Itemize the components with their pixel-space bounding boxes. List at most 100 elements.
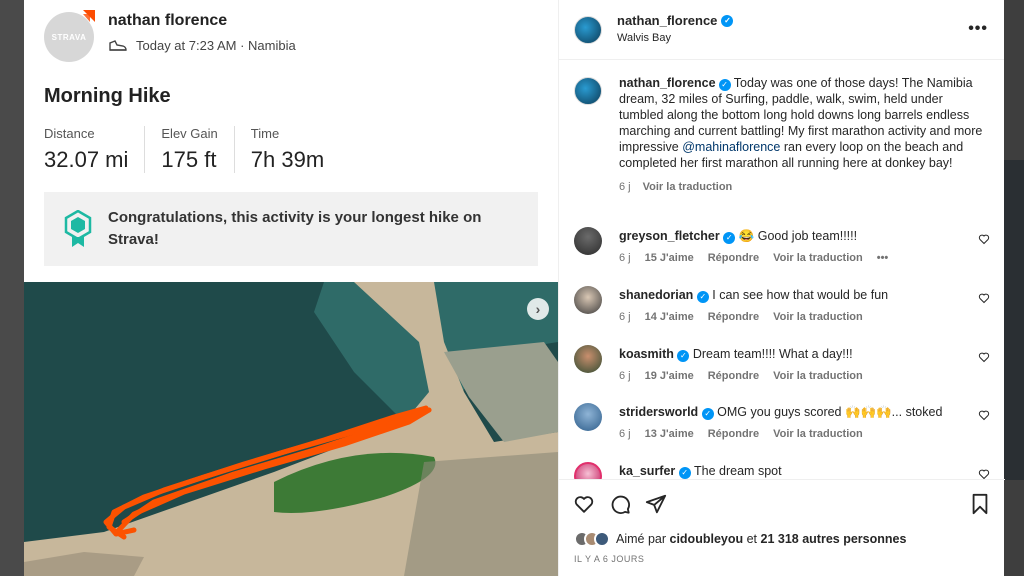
liked-by-mid: et [743, 532, 761, 546]
stat-elevation: Elev Gain 175 ft [161, 126, 235, 173]
liker-avatar [594, 531, 610, 547]
stat-label: Distance [44, 126, 95, 141]
liked-by-user[interactable]: cidoubleyou [670, 532, 744, 546]
caption-age: 6 j [619, 181, 631, 193]
heart-icon[interactable] [978, 233, 990, 245]
share-send-icon[interactable] [645, 493, 667, 515]
comments-section: nathan_florence ✓ Today was one of those … [559, 61, 1005, 479]
commenter-username[interactable]: koasmith [619, 347, 674, 361]
comment-age: 6 j [619, 311, 631, 323]
comment-age: 6 j [619, 252, 631, 264]
comment-likes-link[interactable]: 14 J'aime [645, 311, 694, 323]
stat-label: Elev Gain [161, 126, 218, 141]
verified-icon: ✓ [696, 290, 709, 303]
comment-text: ka_surfer ✓ The dream spot [619, 464, 782, 479]
header-username[interactable]: nathan_florence ✓ [617, 13, 734, 28]
caption-text: nathan_florence ✓ Today was one of those … [619, 75, 984, 171]
comment-age: 6 j [619, 370, 631, 382]
liked-by-count[interactable]: 21 318 autres personnes [761, 532, 907, 546]
post-location[interactable]: Walvis Bay [617, 32, 671, 44]
comment-item: greyson_fletcher ✓ 😂 Good job team!!!!! … [574, 227, 990, 279]
verified-icon: ✓ [718, 79, 731, 91]
comment-text: greyson_fletcher ✓ 😂 Good job team!!!!! [619, 229, 857, 244]
caption-meta: 6 j Voir la traduction [619, 181, 984, 193]
comment-meta: 6 j 14 J'aime Répondre Voir la traduction [619, 311, 877, 323]
verified-icon: ✓ [678, 466, 691, 479]
reply-button[interactable]: Répondre [708, 428, 759, 440]
header-avatar[interactable] [574, 16, 602, 44]
comment-body: 😂 Good job team!!!!! [738, 229, 858, 243]
post-header: nathan_florence ✓ Walvis Bay ••• [559, 0, 1004, 60]
see-translation-link[interactable]: Voir la traduction [773, 370, 863, 382]
backdrop-left [0, 0, 24, 576]
commenter-avatar[interactable] [574, 345, 602, 373]
commenter-avatar[interactable] [574, 286, 602, 314]
comment-meta: 6 j 13 J'aime Répondre Voir la traduction [619, 428, 877, 440]
hiking-shoe-icon [109, 39, 127, 51]
reply-button[interactable]: Répondre [708, 370, 759, 382]
see-translation-link[interactable]: Voir la traduction [773, 428, 863, 440]
comment-likes-link[interactable]: 13 J'aime [645, 428, 694, 440]
stat-value: 175 ft [161, 147, 217, 172]
comment-item: stridersworld ✓ OMG you guys scored 🙌🙌🙌.… [574, 403, 990, 455]
comment-more-button[interactable]: ••• [877, 252, 889, 264]
strava-logo-icon [83, 10, 95, 22]
heart-icon[interactable] [978, 292, 990, 304]
carousel-next-button[interactable]: › [527, 298, 549, 320]
see-translation-link[interactable]: Voir la traduction [643, 181, 733, 193]
activity-stats: Distance 32.07 mi Elev Gain 175 ft Time 7h … [44, 126, 356, 173]
comment-body: I can see how that would be fun [712, 288, 889, 302]
stat-distance: Distance 32.07 mi [44, 126, 146, 173]
save-bookmark-button[interactable] [969, 493, 991, 520]
more-options-button[interactable]: ••• [968, 20, 988, 38]
see-translation-link[interactable]: Voir la traduction [773, 252, 863, 264]
post-footer: Aimé par cidoubleyou et 21 318 autres pe… [559, 479, 1005, 576]
like-heart-icon[interactable] [573, 493, 595, 515]
likes-summary: Aimé par cidoubleyou et 21 318 autres pe… [574, 531, 906, 547]
comment-text: koasmith ✓ Dream team!!!! What a day!!! [619, 347, 853, 362]
commenter-username[interactable]: ka_surfer [619, 464, 675, 478]
comment-likes-link[interactable]: 19 J'aime [645, 370, 694, 382]
comment-body: Dream team!!!! What a day!!! [692, 347, 853, 361]
caption-avatar[interactable] [574, 77, 602, 105]
comment-meta: 6 j 19 J'aime Répondre Voir la traduction [619, 370, 877, 382]
see-translation-link[interactable]: Voir la traduction [773, 311, 863, 323]
achievement-text: Congratulations, this activity is your l… [108, 209, 482, 248]
athlete-name: nathan florence [108, 12, 228, 29]
next-post-thumbnail[interactable] [1004, 160, 1024, 480]
heart-icon[interactable] [978, 409, 990, 421]
verified-icon: ✓ [723, 231, 736, 244]
achievement-banner: Congratulations, this activity is your l… [44, 192, 538, 266]
comment-item: ka_surfer ✓ The dream spot [574, 462, 990, 479]
caption-username[interactable]: nathan_florence [619, 76, 716, 90]
commenter-username[interactable]: greyson_fletcher [619, 229, 720, 243]
commenter-avatar[interactable] [574, 227, 602, 255]
heart-icon[interactable] [978, 468, 990, 479]
comment-likes-link[interactable]: 15 J'aime [645, 252, 694, 264]
commenter-username[interactable]: shanedorian [619, 288, 693, 302]
reply-button[interactable]: Répondre [708, 311, 759, 323]
reply-button[interactable]: Répondre [708, 252, 759, 264]
comment-bubble-icon[interactable] [609, 493, 631, 515]
comment-body: OMG you guys scored 🙌🙌🙌... stoked [717, 405, 943, 419]
heart-icon[interactable] [978, 351, 990, 363]
stat-label: Time [250, 126, 280, 141]
comment-item: shanedorian ✓ I can see how that would b… [574, 286, 990, 338]
mention-link[interactable]: @mahinaflorence [682, 140, 780, 154]
commenter-avatar[interactable] [574, 462, 602, 479]
comment-body: The dream spot [694, 464, 782, 478]
post-caption: nathan_florence ✓ Today was one of those … [574, 75, 984, 193]
comment-text: stridersworld ✓ OMG you guys scored 🙌🙌🙌.… [619, 405, 942, 420]
post-timestamp[interactable]: IL Y A 6 JOURS [574, 554, 644, 564]
comment-age: 6 j [619, 428, 631, 440]
liked-by-text: Aimé par cidoubleyou et 21 318 autres pe… [616, 532, 906, 546]
commenter-avatar[interactable] [574, 403, 602, 431]
achievement-medal-icon [64, 210, 92, 247]
username-text[interactable]: nathan_florence [617, 13, 717, 28]
commenter-username[interactable]: stridersworld [619, 405, 698, 419]
verified-icon: ✓ [677, 349, 690, 362]
post-actions [573, 493, 667, 515]
activity-datetime: Today at 7:23 AM · Namibia [136, 38, 296, 53]
comment-text: shanedorian ✓ I can see how that would b… [619, 288, 888, 303]
bookmark-icon[interactable] [969, 493, 991, 515]
